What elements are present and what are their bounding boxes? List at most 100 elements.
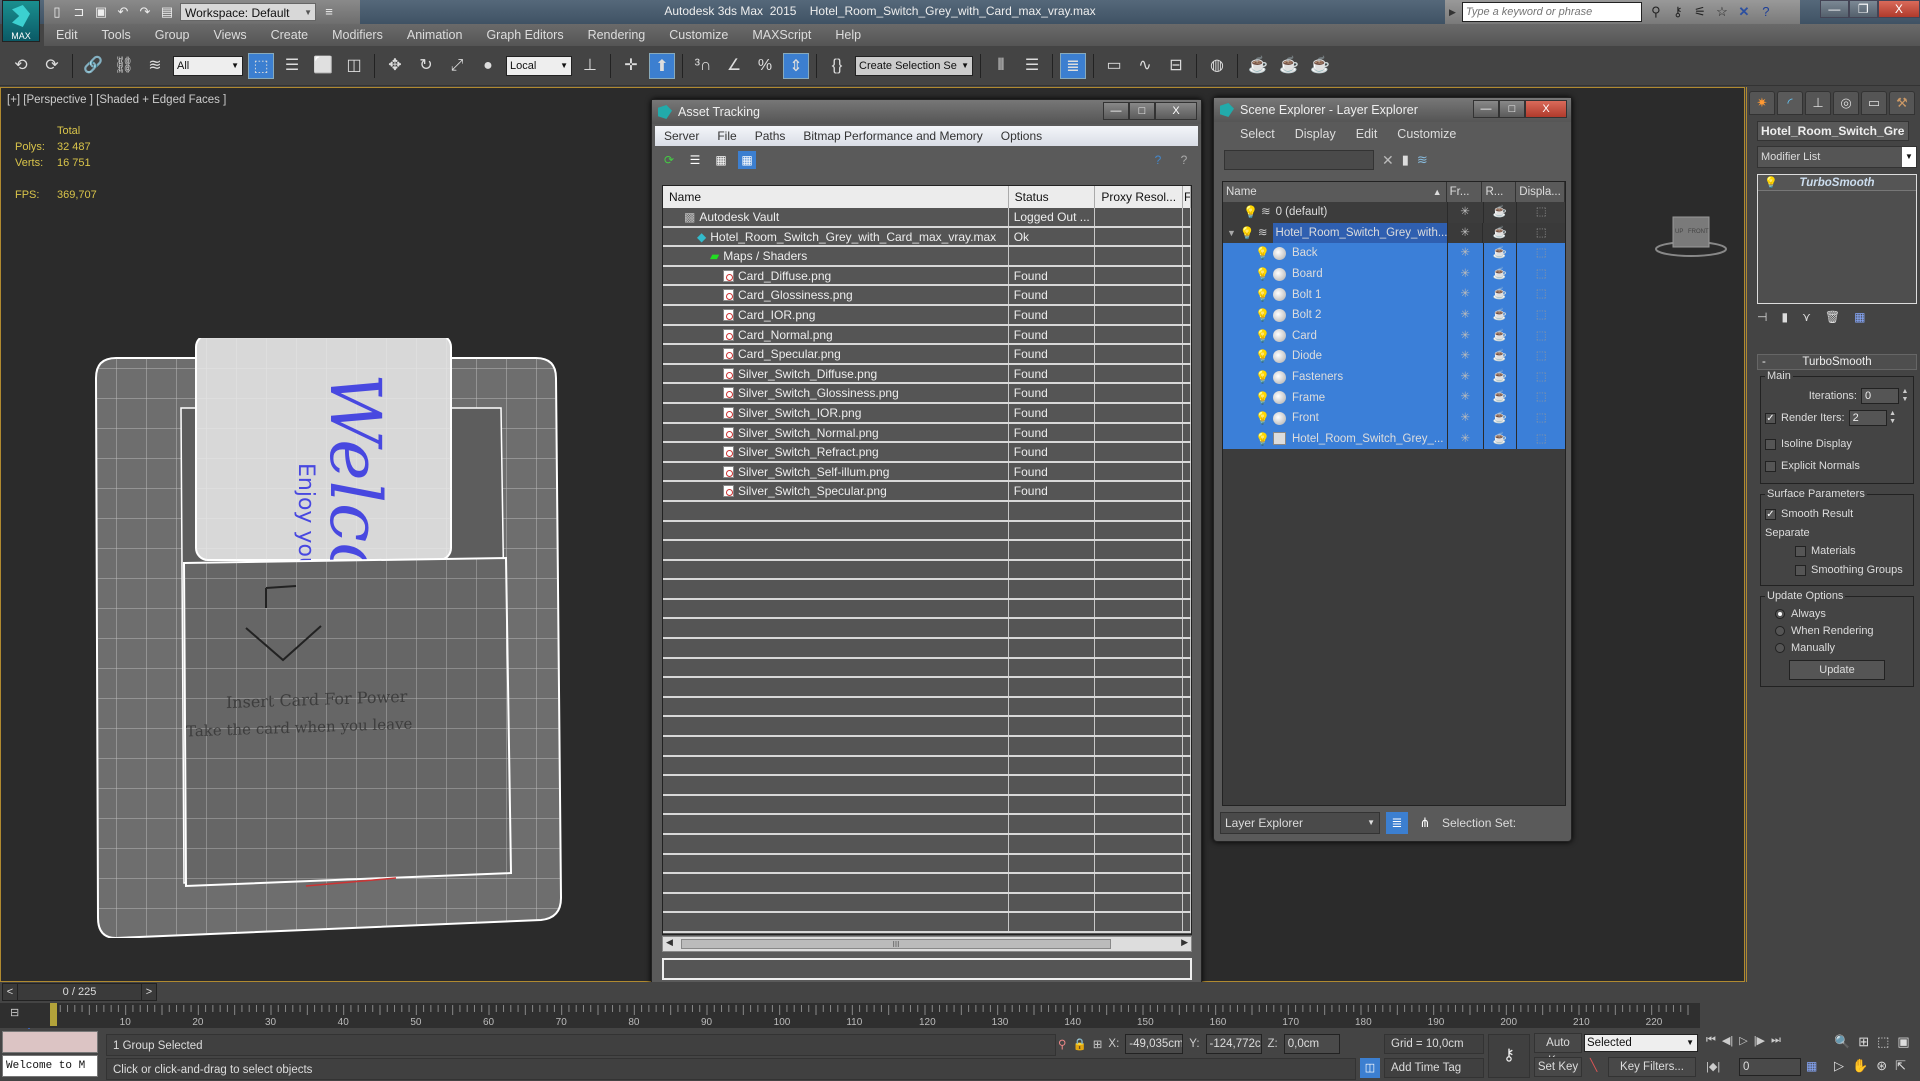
smooth-result-checkbox[interactable]: ✓ xyxy=(1765,508,1776,520)
renderable-teapot-icon[interactable]: ☕ xyxy=(1482,387,1517,408)
asset-row[interactable]: Silver_Switch_Normal.png Found xyxy=(663,423,1191,444)
select-and-scale-icon[interactable]: ⤢ xyxy=(444,53,470,79)
layer-row[interactable]: 💡 ≋ 0 (default) ✳ ☕ ⬚ xyxy=(1223,202,1565,223)
menu-file[interactable]: File xyxy=(708,129,745,143)
key-tangent-icon[interactable]: ╲ xyxy=(1590,1058,1597,1072)
renderable-teapot-icon[interactable]: ☕ xyxy=(1482,202,1517,223)
edit-named-selection-icon[interactable]: {} xyxy=(824,53,850,79)
previous-frame-icon[interactable]: < xyxy=(3,984,17,1000)
customize-qat-icon[interactable]: ≡ xyxy=(320,3,338,21)
x-coordinate-field[interactable]: -49,035cm xyxy=(1125,1034,1184,1054)
object-name-field[interactable]: Hotel_Room_Switch_Gre xyxy=(1757,121,1909,141)
freeze-toggle-icon[interactable]: ✳ xyxy=(1446,284,1483,305)
menu-select[interactable]: Select xyxy=(1230,127,1285,141)
menu-graph-editors[interactable]: Graph Editors xyxy=(474,28,575,42)
column-frozen[interactable]: Fr... xyxy=(1447,182,1483,202)
time-slider-value[interactable]: 0 / 225 xyxy=(17,984,142,1000)
hide-toggle-lightbulb-icon[interactable]: 💡 xyxy=(1255,367,1270,387)
previous-key-icon[interactable]: ◀| xyxy=(1722,1034,1733,1047)
zoom-icon[interactable]: 🔍 xyxy=(1834,1034,1850,1050)
freeze-toggle-icon[interactable]: ✳ xyxy=(1446,387,1483,408)
material-editor-icon[interactable]: ◍ xyxy=(1204,53,1230,79)
menu-customize[interactable]: Customize xyxy=(1387,127,1466,141)
configure-modifier-sets-icon[interactable]: ▦ xyxy=(1854,310,1865,324)
object-row[interactable]: 💡 Front ✳ ☕ ⬚ xyxy=(1223,407,1565,429)
context-help-icon[interactable]: ? xyxy=(1175,151,1193,169)
open-mini-curve-editor-icon[interactable]: ⊟ xyxy=(10,1006,30,1024)
viewcube[interactable]: UP FRONT xyxy=(1651,213,1731,258)
column-status[interactable]: Status xyxy=(1009,186,1096,208)
asset-row[interactable]: Silver_Switch_Refract.png Found xyxy=(663,443,1191,463)
maxscript-output[interactable]: Welcome to M xyxy=(2,1055,98,1077)
set-keys-key-icon[interactable]: ⚷ xyxy=(1488,1034,1530,1078)
hide-toggle-lightbulb-icon[interactable]: 💡 xyxy=(1255,429,1270,449)
renderable-teapot-icon[interactable]: ☕ xyxy=(1482,222,1517,244)
menu-maxscript[interactable]: MAXScript xyxy=(740,28,823,42)
renderable-teapot-icon[interactable]: ☕ xyxy=(1482,284,1517,305)
asset-row[interactable]: Silver_Switch_Glossiness.png Found xyxy=(663,384,1191,404)
undo-icon[interactable]: ↶ xyxy=(114,3,132,21)
object-row[interactable]: 💡 Fasteners ✳ ☕ ⬚ xyxy=(1223,366,1565,388)
communication-center-icon[interactable]: ⚟ xyxy=(1692,4,1708,20)
hide-toggle-lightbulb-icon[interactable]: 💡 xyxy=(1243,202,1258,222)
table-view-icon[interactable]: ▦ xyxy=(738,151,756,169)
hide-toggle-lightbulb-icon[interactable]: 💡 xyxy=(1255,264,1270,284)
redo-icon[interactable]: ⟳ xyxy=(39,53,65,79)
keyboard-shortcut-override-icon[interactable]: ⬆ xyxy=(649,52,675,79)
horizontal-scrollbar[interactable]: ◀ III ▶ xyxy=(662,936,1192,952)
select-and-place-icon[interactable]: ● xyxy=(475,53,501,79)
z-coordinate-field[interactable]: 0,0cm xyxy=(1283,1034,1340,1054)
menu-bitmap-performance[interactable]: Bitmap Performance and Memory xyxy=(794,129,991,143)
selection-lock-icon[interactable]: 🔒 xyxy=(1072,1037,1086,1051)
modifier-stack-item[interactable]: 💡 TurboSmooth xyxy=(1758,175,1916,191)
current-frame-field[interactable]: 0 xyxy=(1739,1058,1801,1076)
hotel-switch-model[interactable]: Welco Enjoy you Insert Card For Power Ta… xyxy=(86,338,576,938)
list-view-icon[interactable]: ☰ xyxy=(686,151,704,169)
select-and-rotate-icon[interactable]: ↻ xyxy=(413,53,439,79)
favorites-star-icon[interactable]: ☆ xyxy=(1714,4,1730,20)
unlink-icon[interactable]: ⛓ xyxy=(111,53,137,79)
key-icon[interactable]: ⚷ xyxy=(1670,4,1686,20)
modifier-list-dropdown[interactable]: Modifier List ▼ xyxy=(1757,146,1917,168)
curve-editor-icon[interactable]: ∿ xyxy=(1132,53,1158,79)
rectangular-selection-icon[interactable]: ⬜ xyxy=(310,53,336,79)
viewport-label[interactable]: [+] [Perspective ] [Shaded + Edged Faces… xyxy=(7,94,226,106)
scroll-right-icon[interactable]: ▶ xyxy=(1181,937,1188,948)
menu-views[interactable]: Views xyxy=(201,28,258,42)
renderable-teapot-icon[interactable]: ☕ xyxy=(1482,366,1517,388)
freeze-toggle-icon[interactable]: ✳ xyxy=(1446,428,1483,450)
explorer-mode-dropdown[interactable]: Layer Explorer ▼ xyxy=(1220,812,1380,834)
reference-coordinate-dropdown[interactable]: Local ▼ xyxy=(506,55,572,76)
freeze-toggle-icon[interactable]: ✳ xyxy=(1446,407,1483,429)
auto-key-button[interactable]: Auto Key xyxy=(1534,1033,1582,1067)
current-frame-marker[interactable] xyxy=(50,1003,57,1026)
display-box-icon[interactable]: ⬚ xyxy=(1516,202,1565,223)
iterations-spinner[interactable]: 0 xyxy=(1861,388,1899,404)
hide-toggle-lightbulb-icon[interactable]: 💡 xyxy=(1255,346,1270,366)
refresh-icon[interactable]: ⟳ xyxy=(660,151,678,169)
renderable-teapot-icon[interactable]: ☕ xyxy=(1482,304,1517,326)
menu-animation[interactable]: Animation xyxy=(395,28,475,42)
freeze-toggle-icon[interactable]: ✳ xyxy=(1446,346,1483,367)
project-folder-icon[interactable]: ▤ xyxy=(158,3,176,21)
display-box-icon[interactable]: ⬚ xyxy=(1516,325,1565,347)
asset-row[interactable]: ▩ Autodesk Vault Logged Out ... xyxy=(663,208,1191,228)
menu-modifiers[interactable]: Modifiers xyxy=(320,28,395,42)
hide-toggle-lightbulb-icon[interactable]: 💡 xyxy=(1240,223,1255,243)
menu-customize[interactable]: Customize xyxy=(657,28,740,42)
zoom-all-icon[interactable]: ⊞ xyxy=(1858,1034,1869,1050)
pivot-center-icon[interactable]: ⊥ xyxy=(577,53,603,79)
select-manipulate-icon[interactable]: ✛ xyxy=(618,53,644,79)
scene-explorer-titlebar[interactable]: Scene Explorer - Layer Explorer — □ X xyxy=(1214,98,1571,122)
tab-hierarchy[interactable]: ⊥ xyxy=(1805,91,1831,115)
zoom-extents-icon[interactable]: ⬚ xyxy=(1877,1034,1889,1050)
lightbulb-icon[interactable]: 💡 xyxy=(1764,175,1778,191)
separate-smoothing-groups-checkbox[interactable] xyxy=(1795,564,1806,576)
update-when-rendering-radio[interactable] xyxy=(1775,625,1785,636)
time-slider[interactable]: < 0 / 225 > xyxy=(2,983,157,1001)
hide-toggle-lightbulb-icon[interactable]: 💡 xyxy=(1255,285,1270,305)
minimize-button[interactable]: — xyxy=(1103,102,1129,120)
display-box-icon[interactable]: ⬚ xyxy=(1516,304,1565,326)
display-box-icon[interactable]: ⬚ xyxy=(1516,222,1565,244)
hide-toggle-lightbulb-icon[interactable]: 💡 xyxy=(1255,243,1270,263)
